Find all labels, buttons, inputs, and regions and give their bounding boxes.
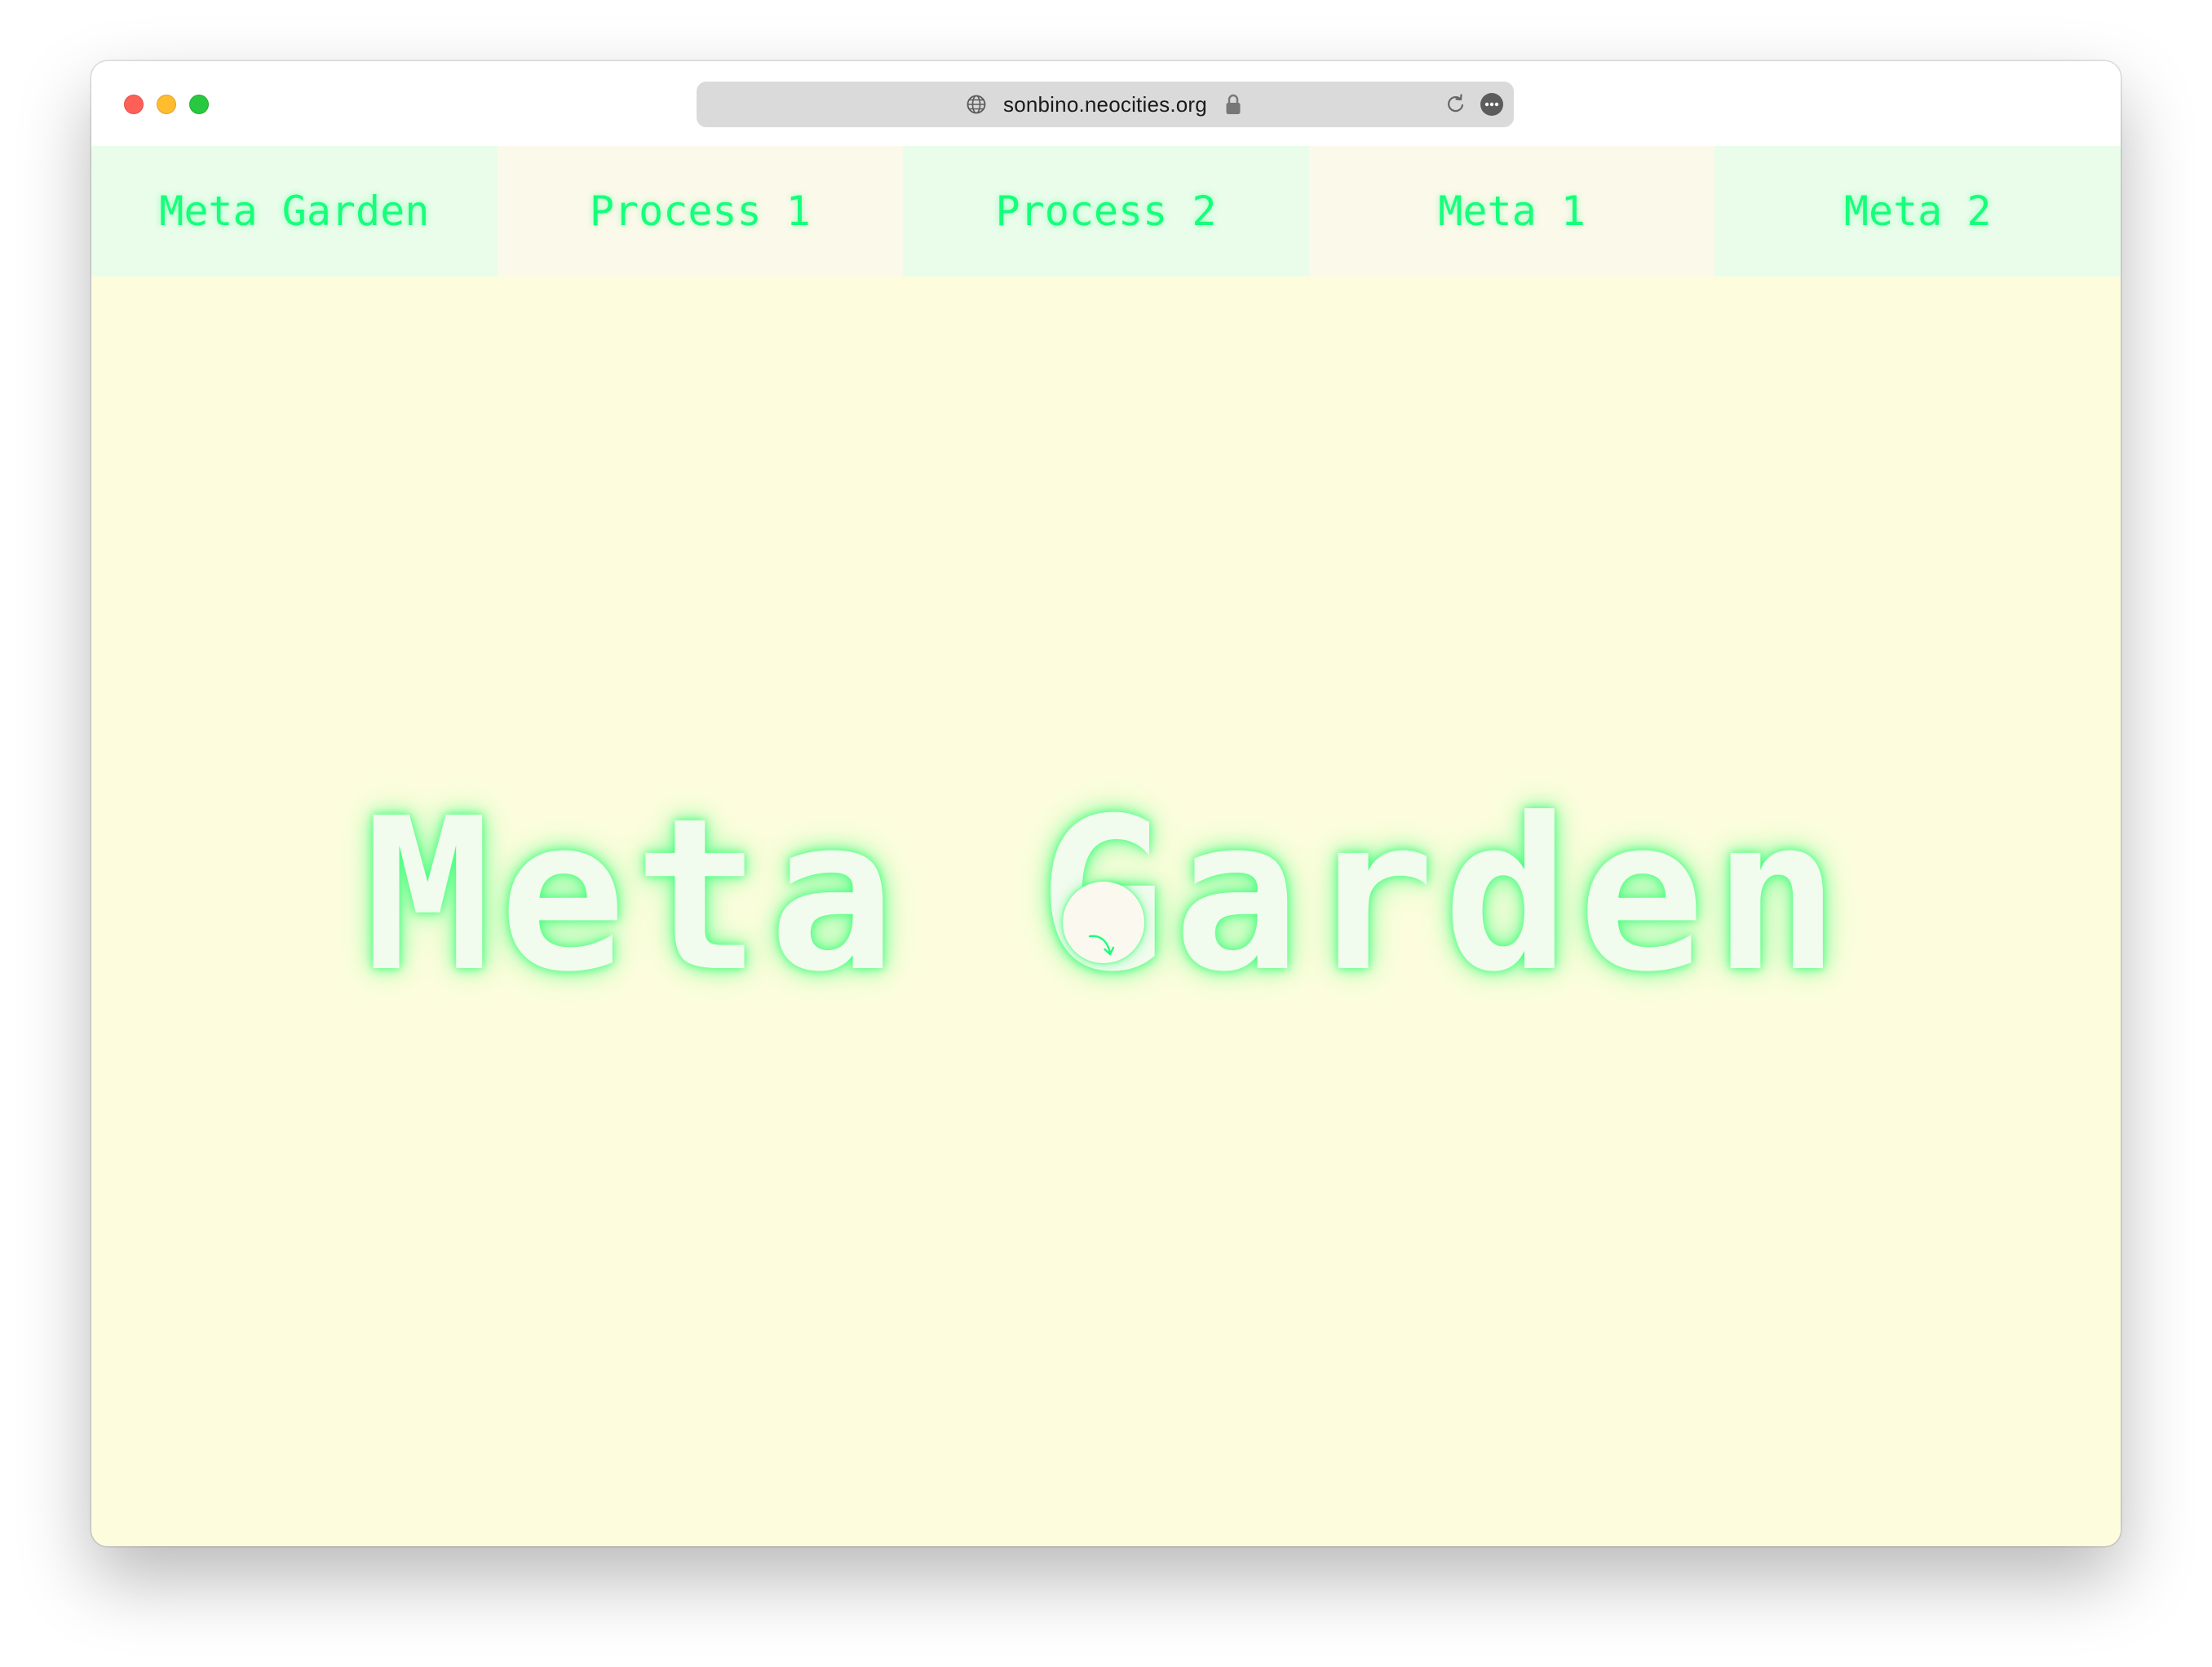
- nav-item-meta-garden[interactable]: Meta Garden: [91, 146, 498, 276]
- scroll-down-button[interactable]: [1063, 882, 1144, 963]
- nav-item-process-1[interactable]: Process 1: [497, 146, 904, 276]
- address-bar[interactable]: sonbino.neocities.org: [697, 82, 1514, 127]
- site-nav: Meta Garden Process 1 Process 2 Meta 1 M…: [91, 146, 2121, 276]
- reload-icon[interactable]: [1444, 93, 1467, 116]
- nav-item-process-2[interactable]: Process 2: [903, 146, 1309, 276]
- nav-item-meta-1[interactable]: Meta 1: [1308, 146, 1715, 276]
- arrow-down-right-icon: [1088, 935, 1115, 956]
- nav-item-meta-2[interactable]: Meta 2: [1714, 146, 2121, 276]
- browser-window: sonbino.neocities.org Meta Garden Proces…: [91, 61, 2121, 1546]
- browser-titlebar: sonbino.neocities.org: [91, 61, 2121, 146]
- address-bar-url: sonbino.neocities.org: [1003, 92, 1207, 117]
- more-icon[interactable]: [1480, 92, 1504, 117]
- minimize-window-button[interactable]: [157, 95, 176, 114]
- maximize-window-button[interactable]: [189, 95, 209, 114]
- lock-icon: [1226, 94, 1241, 114]
- globe-icon: [967, 95, 986, 114]
- close-window-button[interactable]: [124, 95, 144, 114]
- screenshot-stage: sonbino.neocities.org Meta Garden Proces…: [0, 0, 2212, 1667]
